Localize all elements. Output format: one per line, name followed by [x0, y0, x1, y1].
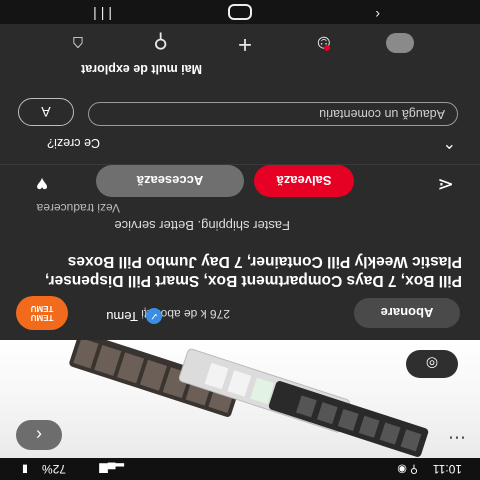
follow-button[interactable]: Abonare: [354, 298, 460, 328]
comments-heading: Ce crezi?: [47, 136, 100, 150]
nav-create-icon[interactable]: +: [238, 30, 252, 58]
pin-image[interactable]: ‹ ⋯ ◎: [0, 332, 480, 458]
share-icon[interactable]: ⋖: [437, 172, 454, 197]
lens-button[interactable]: ◎: [406, 350, 458, 378]
back-button[interactable]: ‹: [16, 420, 62, 450]
status-bar: 10:11 ⚲ ◉ ▂▄▆ 72% ▮: [0, 458, 480, 480]
see-translation-link[interactable]: Vezi traducerea: [37, 201, 120, 215]
battery-icon: ▮: [21, 463, 28, 475]
system-home-icon[interactable]: [228, 4, 252, 20]
nav-search-icon[interactable]: ⚲: [153, 29, 168, 54]
lens-icon: ◎: [425, 356, 439, 373]
divider: [0, 164, 480, 165]
visit-button[interactable]: Accesează: [96, 165, 244, 197]
comment-input[interactable]: [88, 102, 458, 126]
system-back-icon[interactable]: ‹: [375, 7, 380, 23]
chevron-left-icon: ‹: [36, 425, 42, 446]
account-avatar[interactable]: TEMU TEMU: [16, 296, 68, 330]
account-name[interactable]: Temu: [106, 309, 138, 324]
chevron-up-icon[interactable]: ⌃: [443, 132, 456, 152]
more-to-explore-heading: Mai mult de explorat: [81, 62, 202, 76]
notification-dot: [324, 45, 330, 51]
nav-home-icon[interactable]: ⌂: [72, 31, 84, 54]
nav-profile-avatar[interactable]: [386, 33, 414, 53]
status-time: 10:11: [432, 462, 462, 476]
heart-icon[interactable]: ♥: [36, 172, 48, 195]
signal-icon: ▂▄▆: [99, 463, 124, 475]
pin-description: Faster shipping. Better service: [114, 218, 290, 233]
battery-percent: 72%: [41, 462, 66, 476]
verified-badge-icon: ✓: [146, 308, 162, 324]
pin-title: Pill Box, 7 Days Compartment Box, Smart …: [45, 253, 462, 289]
nav-messages-icon[interactable]: ☺: [314, 31, 334, 54]
user-avatar[interactable]: A: [18, 98, 74, 126]
system-recents-icon[interactable]: |||: [89, 7, 112, 23]
more-dots-icon[interactable]: ⋯: [448, 427, 466, 448]
notification-icons: ⚲ ◉: [397, 463, 418, 475]
save-button[interactable]: Salvează: [254, 165, 354, 197]
